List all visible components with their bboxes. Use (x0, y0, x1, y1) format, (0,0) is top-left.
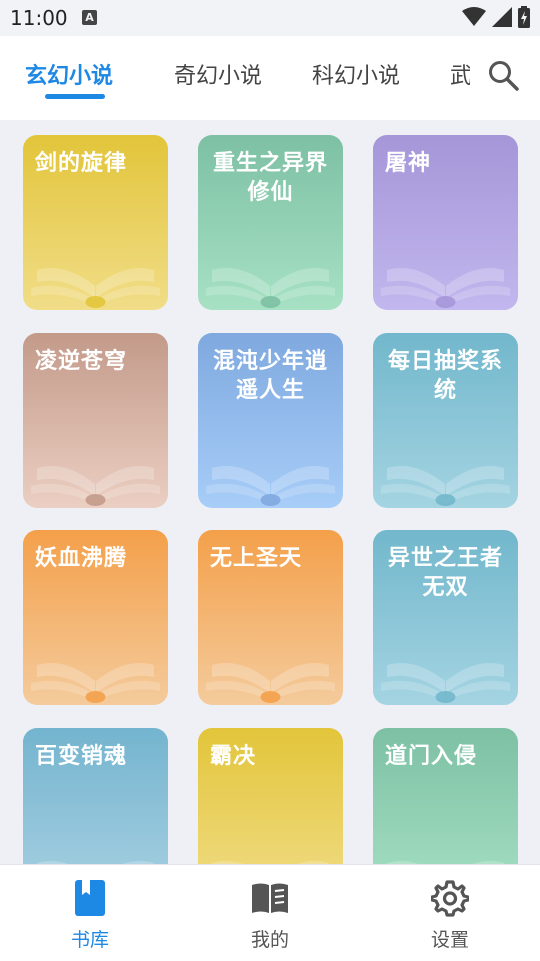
open-book-illustration (381, 268, 510, 308)
open-book-illustration (31, 268, 160, 308)
book-card[interactable]: 混沌少年逍遥人生 (198, 333, 343, 508)
book-title: 道门入侵 (385, 744, 478, 769)
open-book-illustration (206, 268, 335, 308)
book-title: 屠神 (385, 151, 432, 176)
nav-label-mine: 我的 (250, 929, 289, 951)
open-book-illustration (212, 861, 329, 864)
book-title: 异世之王者无双 (387, 546, 503, 600)
book-grid: 剑的旋律 重生之异界修仙 屠神凌逆苍穹 混沌少年逍遥人生 每日抽奖系统妖血沸腾 无上圣天 异… (0, 120, 540, 864)
book-title: 重生之异界修仙 (212, 151, 328, 205)
open-book-illustration (37, 861, 154, 864)
nav-item-library[interactable]: 书库 (30, 865, 150, 961)
nav-item-settings[interactable]: 设置 (390, 865, 510, 961)
book-card[interactable]: 每日抽奖系统 (373, 333, 518, 508)
book-card[interactable]: 剑的旋律 (23, 135, 168, 310)
bottom-nav: 书库 我的 设置 (0, 864, 540, 961)
category-tab-bar: 玄幻小说 奇幻小说 科幻小说 武 (0, 36, 540, 120)
nav-label-settings: 设置 (430, 929, 469, 951)
open-book-illustration (31, 663, 160, 703)
book-card[interactable]: 异世之王者无双 (373, 530, 518, 705)
book-title: 混沌少年逍遥人生 (212, 349, 328, 403)
status-icons (462, 6, 530, 28)
nav-label-library: 书库 (70, 929, 109, 951)
book-card[interactable]: 屠神 (373, 135, 518, 310)
status-time: 11:00 (10, 6, 68, 30)
book-card[interactable]: 百变销魂 (23, 728, 168, 864)
book-card[interactable]: 妖血沸腾 (23, 530, 168, 705)
book-title: 百变销魂 (35, 744, 128, 769)
open-book-illustration (381, 663, 510, 703)
open-book-icon (252, 883, 288, 913)
status-bar: 11:00 A (0, 0, 540, 36)
active-tab-indicator (45, 94, 105, 99)
gear-icon (431, 880, 469, 917)
book-card[interactable]: 凌逆苍穹 (23, 333, 168, 508)
book-card[interactable]: 霸决 (198, 728, 343, 864)
signal-icon (492, 7, 512, 27)
book-title: 剑的旋律 (35, 151, 128, 176)
wifi-icon (462, 7, 486, 26)
battery-icon (518, 6, 530, 28)
book-title: 每日抽奖系统 (387, 349, 503, 403)
tab-qihuan[interactable]: 奇幻小说 (174, 58, 262, 90)
book-title: 无上圣天 (210, 546, 303, 571)
tab-wu-clip: 武 (446, 36, 470, 120)
open-book-illustration (206, 466, 335, 506)
tab-wu[interactable]: 武 (450, 58, 470, 90)
nav-item-mine[interactable]: 我的 (210, 865, 330, 961)
book-title: 霸决 (210, 744, 257, 769)
open-book-illustration (206, 663, 335, 703)
tab-kehuan[interactable]: 科幻小说 (312, 58, 400, 90)
book-card[interactable]: 重生之异界修仙 (198, 135, 343, 310)
book-title: 妖血沸腾 (35, 546, 128, 571)
search-icon[interactable] (486, 58, 520, 92)
book-card[interactable]: 无上圣天 (198, 530, 343, 705)
notification-icon: A (82, 10, 97, 25)
open-book-illustration (381, 466, 510, 506)
open-book-illustration (387, 861, 504, 864)
bookmark-icon (75, 880, 105, 916)
book-card[interactable]: 道门入侵 (373, 728, 518, 864)
book-title: 凌逆苍穹 (35, 349, 128, 374)
open-book-illustration (31, 466, 160, 506)
tab-xuanhuan[interactable]: 玄幻小说 (25, 58, 113, 90)
